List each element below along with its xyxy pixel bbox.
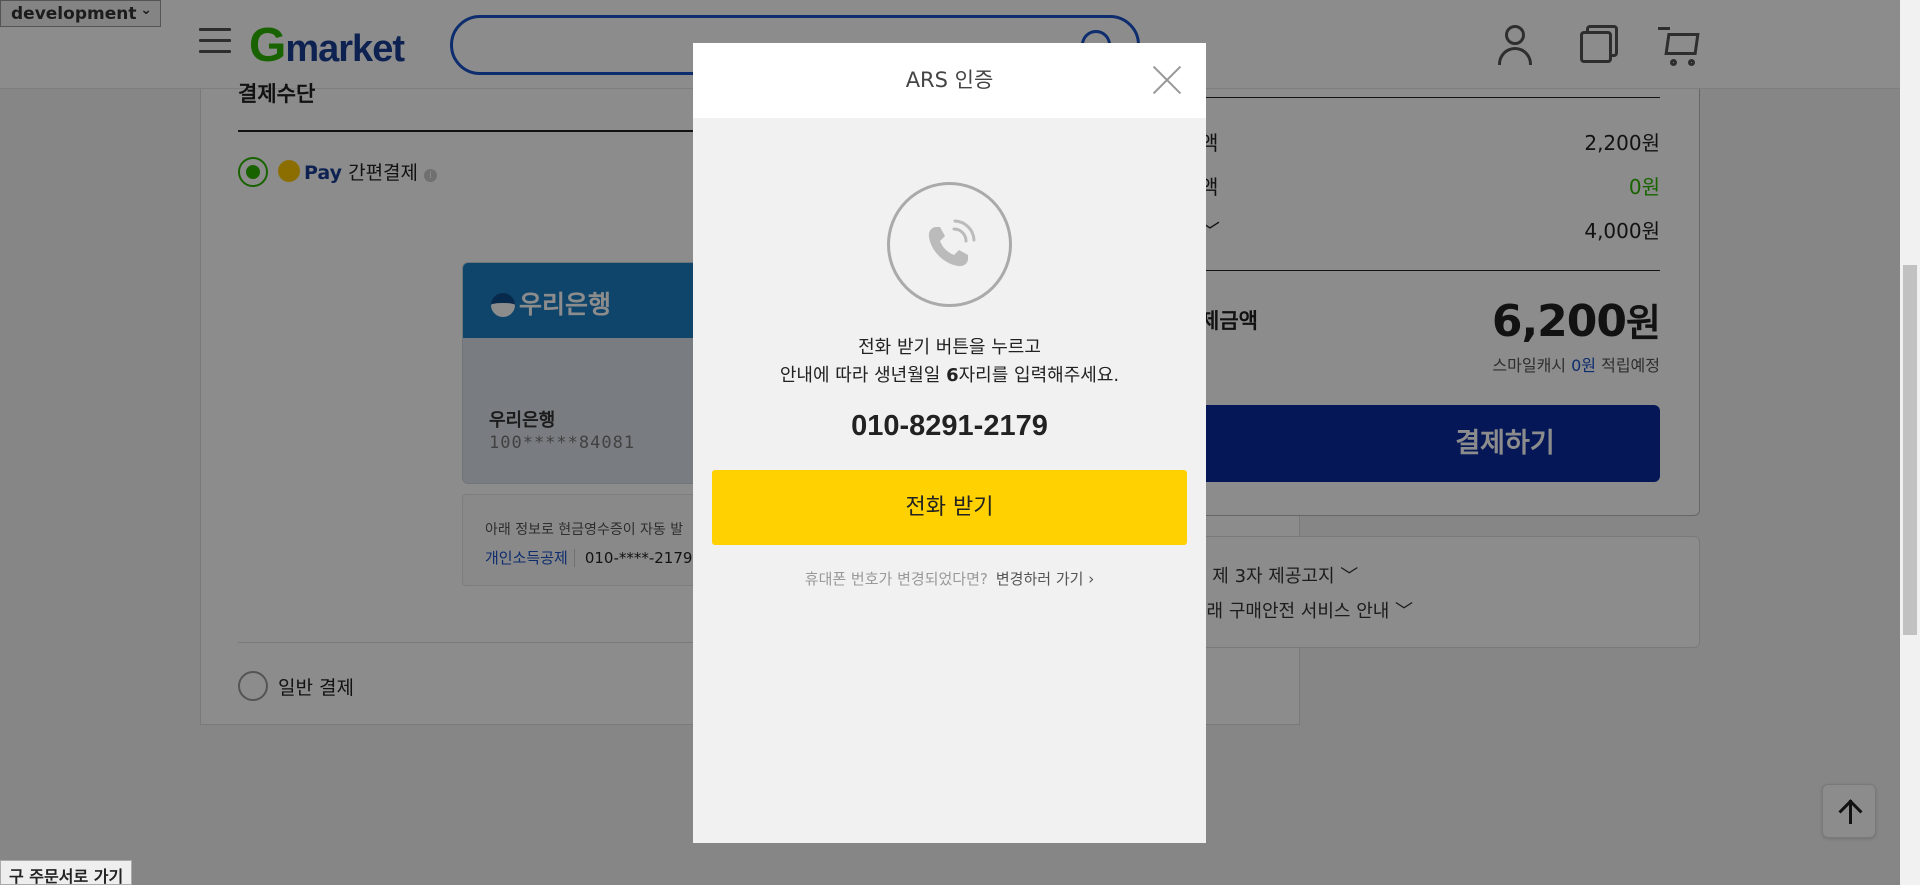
modal-header: ARS 인증 bbox=[693, 43, 1206, 118]
change-phone-line: 휴대폰 번호가 변경되었다면? 변경하러 가기 › bbox=[804, 570, 1095, 588]
ars-auth-modal: ARS 인증 전화 받기 버튼을 누르고 안내에 따라 생년월일 6자리를 입력… bbox=[693, 43, 1206, 843]
change-phone-link[interactable]: 변경하러 가기 › bbox=[996, 570, 1094, 588]
instruction-line-2: 안내에 따라 생년월일 6자리를 입력해주세요. bbox=[779, 365, 1120, 386]
phone-icon bbox=[887, 182, 1012, 307]
modal-title: ARS 인증 bbox=[905, 68, 994, 92]
instruction-line-1: 전화 받기 버튼을 누르고 bbox=[858, 337, 1041, 358]
receive-call-button[interactable]: 전화 받기 bbox=[712, 470, 1187, 545]
close-icon[interactable] bbox=[1152, 65, 1182, 95]
phone-number: 010-8291-2179 bbox=[851, 410, 1048, 442]
old-order-form-link[interactable]: 구 주문서로 가기 bbox=[0, 860, 133, 885]
scrollbar[interactable] bbox=[1900, 0, 1920, 885]
